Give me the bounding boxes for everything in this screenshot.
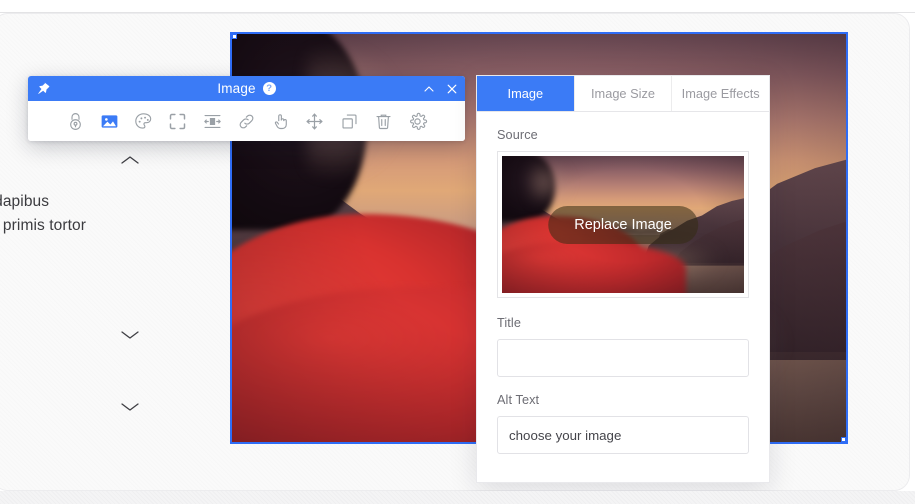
app-root: udin dapibus otenti primis tortor [0,0,915,504]
panel-tabs: Image Image Size Image Effects [477,76,769,112]
palette-icon[interactable] [127,101,161,141]
resize-handle-top-left[interactable] [232,34,237,39]
trash-icon[interactable] [366,101,400,141]
title-label: Title [497,316,521,330]
toolbar-title: Image [217,81,256,96]
accordion-chevron-down-2[interactable] [119,401,141,413]
alt-text-input[interactable] [497,416,749,454]
bottom-strip [0,491,915,504]
source-thumbnail-box[interactable]: Replace Image [497,151,749,298]
toolbar-title-group: Image ? [28,81,465,96]
link-icon[interactable] [229,101,263,141]
replace-image-button[interactable]: Replace Image [548,205,698,244]
accordion-chevron-down-1[interactable] [119,329,141,341]
duplicate-icon[interactable] [332,101,366,141]
alt-text-label: Alt Text [497,393,540,407]
image-icon[interactable] [92,101,126,141]
toolbar-window-controls [422,82,459,96]
gear-icon[interactable] [401,101,435,141]
panel-body: Source Replace Image Title Alt Text choo… [477,112,769,454]
move-icon[interactable] [298,101,332,141]
source-thumbnail[interactable]: Replace Image [502,156,744,293]
document-text-line-1: udin dapibus [0,193,50,210]
document-text-line-2: otenti primis tortor [0,217,87,234]
toolbar-tools [28,101,465,141]
title-input[interactable] [497,339,749,377]
accordion-chevron-up[interactable] [119,154,141,166]
hand-pointer-icon[interactable] [264,101,298,141]
image-settings-panel: Image Image Size Image Effects Source Re… [476,75,770,483]
toolbar-title-bar[interactable]: Image ? [28,76,465,101]
resize-handle-bottom-right[interactable] [841,437,846,442]
source-label: Source [497,128,538,142]
tab-image[interactable]: Image [477,76,575,111]
spacing-icon[interactable] [195,101,229,141]
tab-image-size[interactable]: Image Size [574,76,673,111]
image-toolbar-window: Image ? [28,76,465,141]
close-icon[interactable] [445,82,459,96]
help-icon[interactable]: ? [262,82,276,95]
pushpin-icon[interactable] [28,76,58,101]
collapse-icon[interactable] [422,82,436,96]
lock-icon[interactable] [58,101,92,141]
document-text: udin dapibus otenti primis tortor [0,190,220,238]
fullscreen-icon[interactable] [161,101,195,141]
tab-image-effects[interactable]: Image Effects [672,76,769,111]
